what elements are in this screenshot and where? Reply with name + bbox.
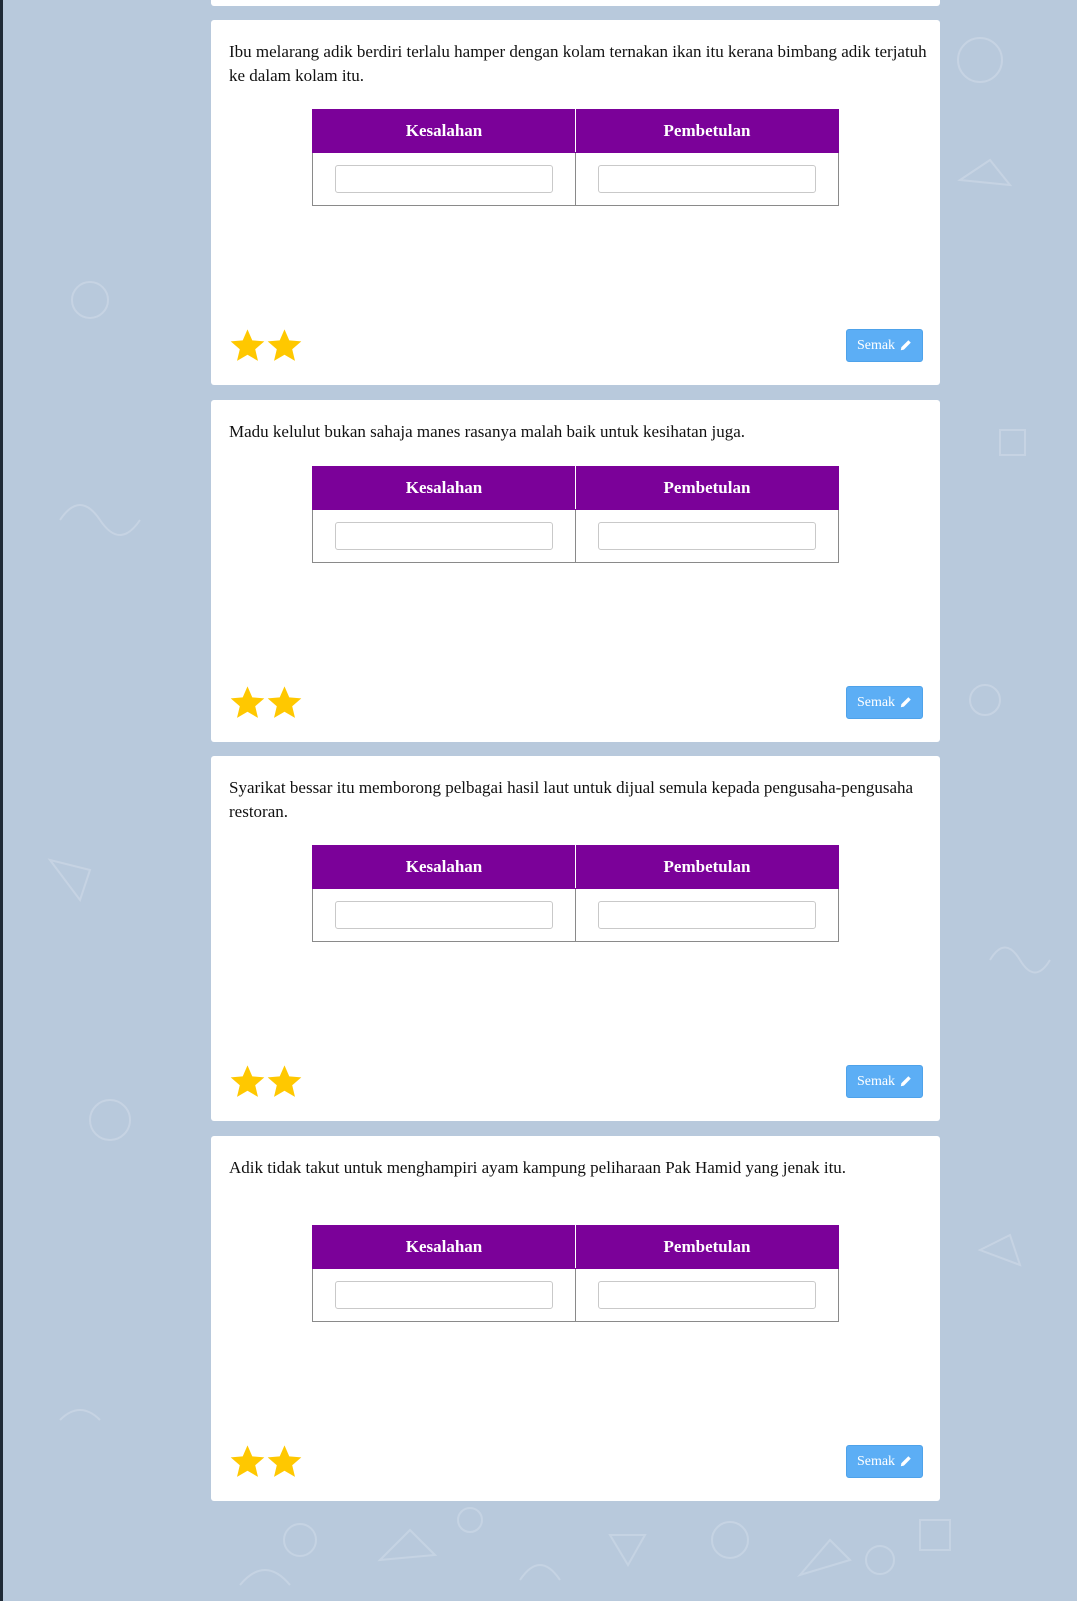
window-left-edge <box>0 0 3 1601</box>
star-icon <box>230 686 265 718</box>
correction-input[interactable] <box>598 165 816 193</box>
header-pembetulan: Pembetulan <box>575 845 839 889</box>
semak-button[interactable]: Semak <box>846 329 923 362</box>
header-pembetulan: Pembetulan <box>575 109 839 153</box>
header-pembetulan: Pembetulan <box>575 466 839 510</box>
header-kesalahan: Kesalahan <box>312 845 576 889</box>
question-card-2: Madu kelulut bukan sahaja manes rasanya … <box>211 400 940 742</box>
semak-button-label: Semak <box>856 337 896 353</box>
star-icon <box>267 686 302 718</box>
star-icon <box>267 329 302 361</box>
error-cell <box>312 1268 576 1322</box>
correction-input[interactable] <box>598 522 816 550</box>
question-text: Ibu melarang adik berdiri terlalu hamper… <box>229 42 927 85</box>
correction-input[interactable] <box>598 1281 816 1309</box>
error-cell <box>312 152 576 206</box>
question-card-4: Adik tidak takut untuk menghampiri ayam … <box>211 1136 940 1501</box>
star-icon <box>267 1065 302 1097</box>
star-rating <box>229 1063 303 1100</box>
question-card-1: Ibu melarang adik berdiri terlalu hamper… <box>211 20 940 385</box>
question-text: Syarikat bessar itu memborong pelbagai h… <box>229 778 914 821</box>
header-pembetulan: Pembetulan <box>575 1225 839 1269</box>
pencil-icon <box>900 1076 911 1087</box>
answer-table: Kesalahan Pembetulan <box>312 845 839 942</box>
star-icon <box>230 329 265 361</box>
correction-cell <box>575 152 839 206</box>
semak-button[interactable]: Semak <box>846 1065 923 1098</box>
error-cell <box>312 509 576 563</box>
answer-table: Kesalahan Pembetulan <box>312 1225 839 1322</box>
star-rating <box>229 1443 303 1480</box>
semak-button-label: Semak <box>856 1453 896 1469</box>
semak-button[interactable]: Semak <box>846 1445 923 1478</box>
question-text: Madu kelulut bukan sahaja manes rasanya … <box>229 422 745 441</box>
star-icon <box>267 1445 302 1477</box>
pencil-icon <box>900 697 911 708</box>
star-rating <box>229 327 303 364</box>
pencil-icon <box>900 1456 911 1467</box>
header-kesalahan: Kesalahan <box>312 1225 576 1269</box>
error-input[interactable] <box>335 901 553 929</box>
correction-cell <box>575 888 839 942</box>
star-icon <box>230 1065 265 1097</box>
error-input[interactable] <box>335 522 553 550</box>
semak-button-label: Semak <box>856 694 896 710</box>
error-input[interactable] <box>335 165 553 193</box>
pencil-icon <box>900 340 911 351</box>
question-text: Adik tidak takut untuk menghampiri ayam … <box>229 1158 847 1177</box>
answer-table: Kesalahan Pembetulan <box>312 466 839 563</box>
star-rating <box>229 684 303 721</box>
error-cell <box>312 888 576 942</box>
header-kesalahan: Kesalahan <box>312 109 576 153</box>
semak-button-label: Semak <box>856 1073 896 1089</box>
error-input[interactable] <box>335 1281 553 1309</box>
correction-cell <box>575 1268 839 1322</box>
correction-cell <box>575 509 839 563</box>
star-icon <box>230 1445 265 1477</box>
correction-input[interactable] <box>598 901 816 929</box>
previous-card-edge <box>211 0 940 6</box>
semak-button[interactable]: Semak <box>846 686 923 719</box>
header-kesalahan: Kesalahan <box>312 466 576 510</box>
answer-table: Kesalahan Pembetulan <box>312 109 839 206</box>
question-card-3: Syarikat bessar itu memborong pelbagai h… <box>211 756 940 1121</box>
